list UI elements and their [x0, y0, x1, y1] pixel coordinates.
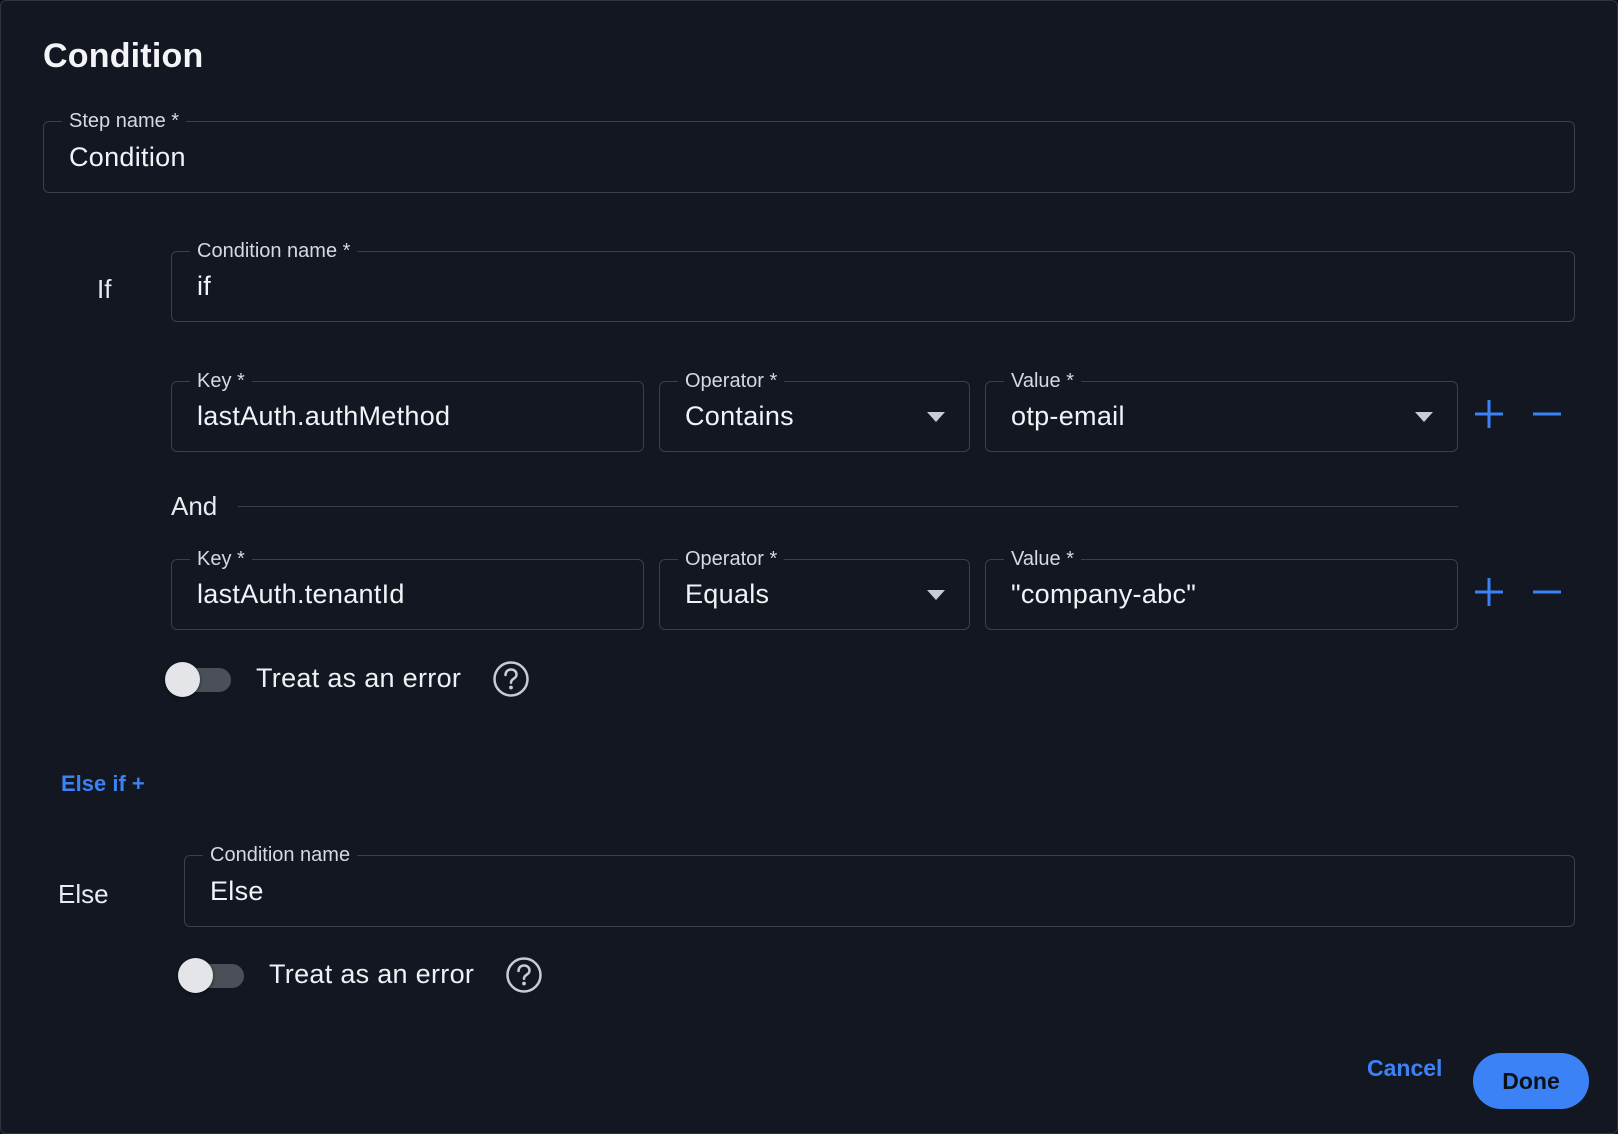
minus-icon	[1533, 412, 1561, 416]
plus-icon	[1475, 578, 1503, 606]
else-treat-as-error-label: Treat as an error	[269, 959, 475, 989]
if-condition-name-value: if	[197, 271, 212, 301]
done-button[interactable]: Done	[1473, 1053, 1589, 1109]
key-field-2[interactable]: Key * lastAuth.tenantId	[171, 548, 644, 630]
chevron-down-icon	[1415, 411, 1433, 422]
toggle-knob	[165, 662, 200, 697]
step-name-value: Condition	[69, 141, 186, 172]
condition-dialog: Condition Step name * Condition If Condi…	[0, 0, 1618, 1134]
if-condition-name-field[interactable]: Condition name * if	[171, 240, 1575, 322]
key-value-2: lastAuth.tenantId	[197, 579, 405, 609]
else-condition-name-value: Else	[210, 875, 264, 906]
if-treat-as-error-toggle[interactable]	[165, 659, 233, 699]
value-value-1: otp-email	[1011, 401, 1125, 431]
add-row-button-2[interactable]	[1469, 572, 1509, 612]
help-icon[interactable]	[505, 956, 543, 994]
help-icon[interactable]	[492, 660, 530, 698]
plus-icon	[1475, 400, 1503, 428]
value-field-2[interactable]: Value * "company-abc"	[985, 548, 1458, 630]
step-name-field[interactable]: Step name * Condition	[43, 110, 1575, 193]
key-value-1: lastAuth.authMethod	[197, 401, 451, 431]
else-section-label: Else	[58, 879, 109, 909]
else-treat-as-error-toggle[interactable]	[178, 955, 246, 995]
value-value-2: "company-abc"	[1011, 579, 1197, 609]
else-if-add-link[interactable]: Else if +	[61, 771, 145, 797]
dialog-title: Condition	[43, 37, 204, 75]
value-select-1[interactable]: Value * otp-email	[985, 370, 1458, 452]
operator-value-1: Contains	[685, 401, 794, 431]
chevron-down-icon	[927, 589, 945, 600]
add-row-button-1[interactable]	[1469, 394, 1509, 434]
and-divider	[238, 506, 1458, 507]
minus-icon	[1533, 590, 1561, 594]
toggle-knob	[178, 958, 213, 993]
cancel-button[interactable]: Cancel	[1367, 1055, 1442, 1082]
if-treat-as-error-label: Treat as an error	[256, 663, 462, 693]
if-section-label: If	[97, 274, 112, 304]
operator-select-1[interactable]: Operator * Contains	[659, 370, 970, 452]
remove-row-button-1[interactable]	[1527, 394, 1567, 434]
and-label: And	[171, 491, 218, 521]
else-condition-name-field[interactable]: Condition name Else	[184, 844, 1575, 927]
operator-value-2: Equals	[685, 579, 770, 609]
if-condition-name-label: Condition name *	[190, 240, 358, 262]
chevron-down-icon	[927, 411, 945, 422]
key-field-1[interactable]: Key * lastAuth.authMethod	[171, 370, 644, 452]
remove-row-button-2[interactable]	[1527, 572, 1567, 612]
operator-select-2[interactable]: Operator * Equals	[659, 548, 970, 630]
